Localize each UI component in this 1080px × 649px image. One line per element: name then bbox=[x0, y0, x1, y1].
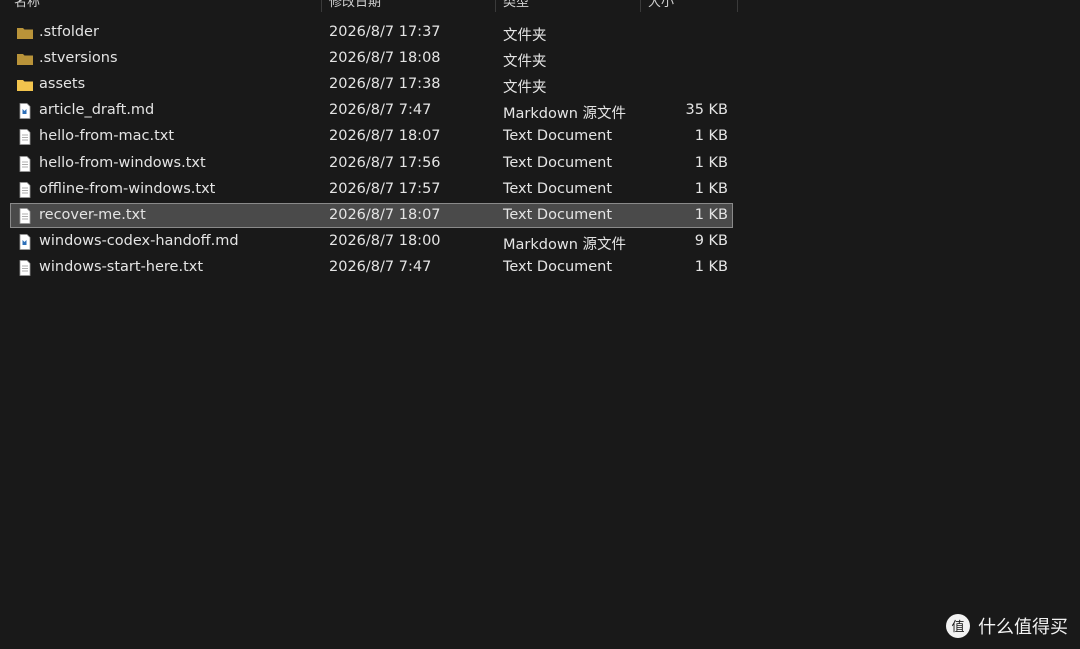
text-file-icon bbox=[16, 129, 34, 146]
file-type: Text Document bbox=[503, 258, 613, 275]
file-date: 2026/8/7 18:07 bbox=[329, 206, 441, 223]
column-header-date[interactable]: 修改日期 bbox=[329, 0, 381, 10]
file-name: hello-from-mac.txt bbox=[39, 128, 175, 145]
watermark: 值 什么值得买 bbox=[946, 613, 1068, 639]
file-name: windows-start-here.txt bbox=[39, 258, 204, 275]
file-date: 2026/8/7 17:56 bbox=[329, 154, 441, 171]
file-date: 2026/8/7 18:07 bbox=[329, 128, 441, 145]
file-name: recover-me.txt bbox=[39, 206, 146, 223]
file-size: 1 KB bbox=[694, 180, 728, 197]
column-header-size[interactable]: 大小 bbox=[648, 0, 674, 10]
file-type: 文件夹 bbox=[503, 80, 547, 97]
file-name: offline-from-windows.txt bbox=[39, 180, 216, 197]
file-name: assets bbox=[39, 76, 86, 93]
file-size: 9 KB bbox=[694, 232, 728, 249]
file-type: Text Document bbox=[503, 128, 613, 145]
markdown-file-icon bbox=[16, 233, 34, 250]
watermark-text: 什么值得买 bbox=[978, 617, 1068, 638]
folder-dark-icon bbox=[16, 51, 34, 67]
smzdm-logo-glyph: 值 bbox=[951, 619, 964, 635]
file-size: 1 KB bbox=[694, 258, 728, 275]
file-type: Text Document bbox=[503, 180, 613, 197]
column-divider[interactable] bbox=[495, 0, 496, 12]
file-date: 2026/8/7 18:08 bbox=[329, 50, 441, 67]
file-row[interactable]: article_draft.md 2026/8/7 7:47 Markdown 源文… bbox=[10, 98, 733, 123]
file-date: 2026/8/7 18:00 bbox=[329, 232, 441, 249]
folder-icon bbox=[16, 77, 34, 93]
file-type: Markdown 源文件 bbox=[503, 236, 626, 253]
markdown-file-icon bbox=[16, 103, 34, 120]
file-row[interactable]: .stversions 2026/8/7 18:08 文件夹 bbox=[10, 46, 733, 71]
file-row[interactable]: offline-from-windows.txt 2026/8/7 17:57 Te… bbox=[10, 177, 733, 202]
file-date: 2026/8/7 17:37 bbox=[329, 24, 441, 40]
file-size: 1 KB bbox=[694, 154, 728, 171]
file-row[interactable]: .stfolder 2026/8/7 17:37 文件夹 bbox=[10, 20, 733, 45]
file-date: 2026/8/7 7:47 bbox=[329, 258, 432, 275]
column-divider[interactable] bbox=[640, 0, 641, 12]
file-name: windows-codex-handoff.md bbox=[39, 232, 239, 249]
text-file-icon bbox=[16, 155, 34, 172]
file-size: 1 KB bbox=[694, 128, 728, 145]
file-row[interactable]: assets 2026/8/7 17:38 文件夹 bbox=[10, 72, 733, 97]
file-name: .stversions bbox=[39, 50, 118, 67]
text-file-icon bbox=[16, 181, 34, 198]
file-row[interactable]: hello-from-windows.txt 2026/8/7 17:56 Text… bbox=[10, 151, 733, 176]
file-name: hello-from-windows.txt bbox=[39, 154, 206, 171]
folder-dark-icon bbox=[16, 25, 34, 41]
column-header-name[interactable]: 名称 bbox=[14, 0, 40, 10]
file-size: 1 KB bbox=[694, 206, 728, 223]
file-row[interactable]: windows-codex-handoff.md 2026/8/7 18:00 Ma… bbox=[10, 229, 733, 254]
smzdm-logo-icon: 值 bbox=[946, 614, 970, 638]
column-divider[interactable] bbox=[737, 0, 738, 12]
file-type: Text Document bbox=[503, 206, 613, 223]
file-date: 2026/8/7 17:38 bbox=[329, 76, 441, 93]
file-row[interactable]: windows-start-here.txt 2026/8/7 7:47 Text … bbox=[10, 255, 733, 280]
file-type: 文件夹 bbox=[503, 28, 547, 44]
file-row[interactable]: hello-from-mac.txt 2026/8/7 18:07 Text Doc… bbox=[10, 124, 733, 149]
file-name: article_draft.md bbox=[39, 102, 155, 119]
text-file-icon bbox=[16, 207, 34, 224]
file-type: Markdown 源文件 bbox=[503, 106, 626, 123]
file-type: Text Document bbox=[503, 154, 613, 171]
file-date: 2026/8/7 17:57 bbox=[329, 180, 441, 197]
file-row[interactable]: recover-me.txt 2026/8/7 18:07 Text Documen… bbox=[10, 202, 733, 228]
file-date: 2026/8/7 7:47 bbox=[329, 102, 432, 119]
column-header: 名称 修改日期 类型 大小 bbox=[0, 0, 1080, 12]
column-header-type[interactable]: 类型 bbox=[503, 0, 529, 10]
text-file-icon bbox=[16, 259, 34, 276]
file-type: 文件夹 bbox=[503, 54, 547, 71]
file-name: .stfolder bbox=[39, 24, 99, 40]
column-divider[interactable] bbox=[321, 0, 322, 12]
file-size: 35 KB bbox=[685, 102, 728, 119]
